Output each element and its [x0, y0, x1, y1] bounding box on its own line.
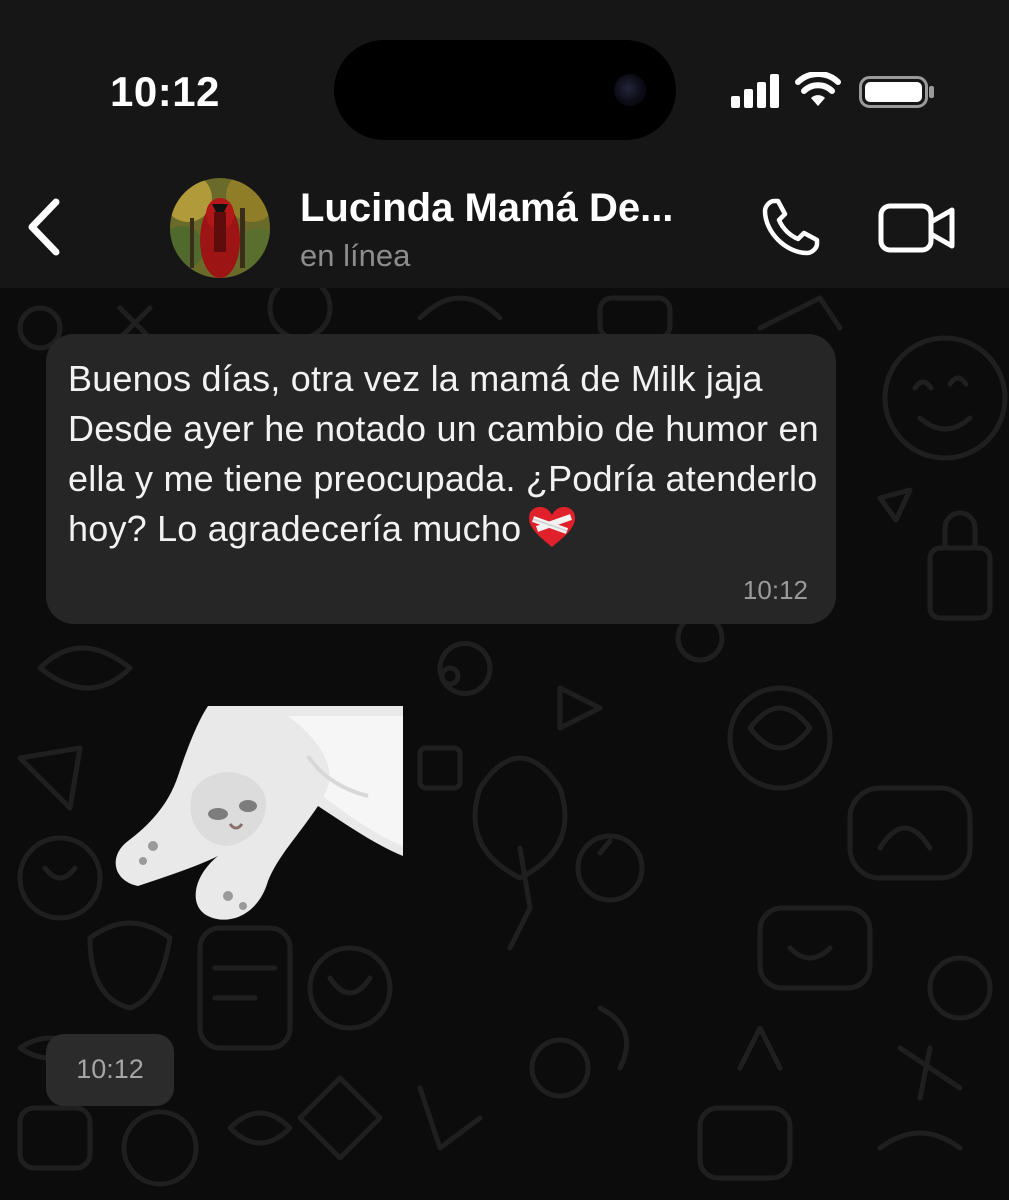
mending-heart-emoji [529, 507, 576, 547]
back-button[interactable] [22, 196, 70, 258]
message-text: Buenos días, otra vez la mamá de Milk ja… [68, 354, 828, 554]
whatsapp-chat-screen: 10:12 Lucinda Mamá De... en línea Buenos… [0, 0, 1009, 1200]
chevron-left-icon [28, 198, 60, 256]
sticker-timestamp: 10:12 [46, 1034, 174, 1106]
wifi-icon [795, 72, 841, 106]
contact-status: en línea [300, 238, 411, 273]
white-cat-sticker[interactable] [108, 696, 408, 926]
video-camera-icon [878, 203, 955, 253]
voice-call-button[interactable] [760, 196, 822, 258]
sticker-timestamp-text: 10:12 [76, 1054, 144, 1084]
chat-header: 10:12 Lucinda Mamá De... en línea [0, 0, 1009, 288]
message-timestamp: 10:12 [742, 575, 808, 605]
avatar-photo [170, 178, 270, 278]
dynamic-island [334, 40, 676, 140]
video-call-button[interactable] [878, 202, 956, 254]
front-camera-icon [614, 74, 646, 106]
signal-icon [731, 74, 779, 108]
status-bar-time: 10:12 [110, 68, 220, 115]
chat-area[interactable]: Buenos días, otra vez la mamá de Milk ja… [0, 288, 1009, 1200]
contact-name[interactable]: Lucinda Mamá De... [300, 186, 673, 231]
message-text-content: Buenos días, otra vez la mamá de Milk ja… [68, 358, 819, 549]
avatar[interactable] [170, 178, 270, 278]
message-bubble[interactable]: Buenos días, otra vez la mamá de Milk ja… [46, 334, 836, 624]
battery-icon [859, 76, 934, 108]
status-bar-icons [731, 72, 941, 112]
phone-icon [762, 198, 820, 256]
